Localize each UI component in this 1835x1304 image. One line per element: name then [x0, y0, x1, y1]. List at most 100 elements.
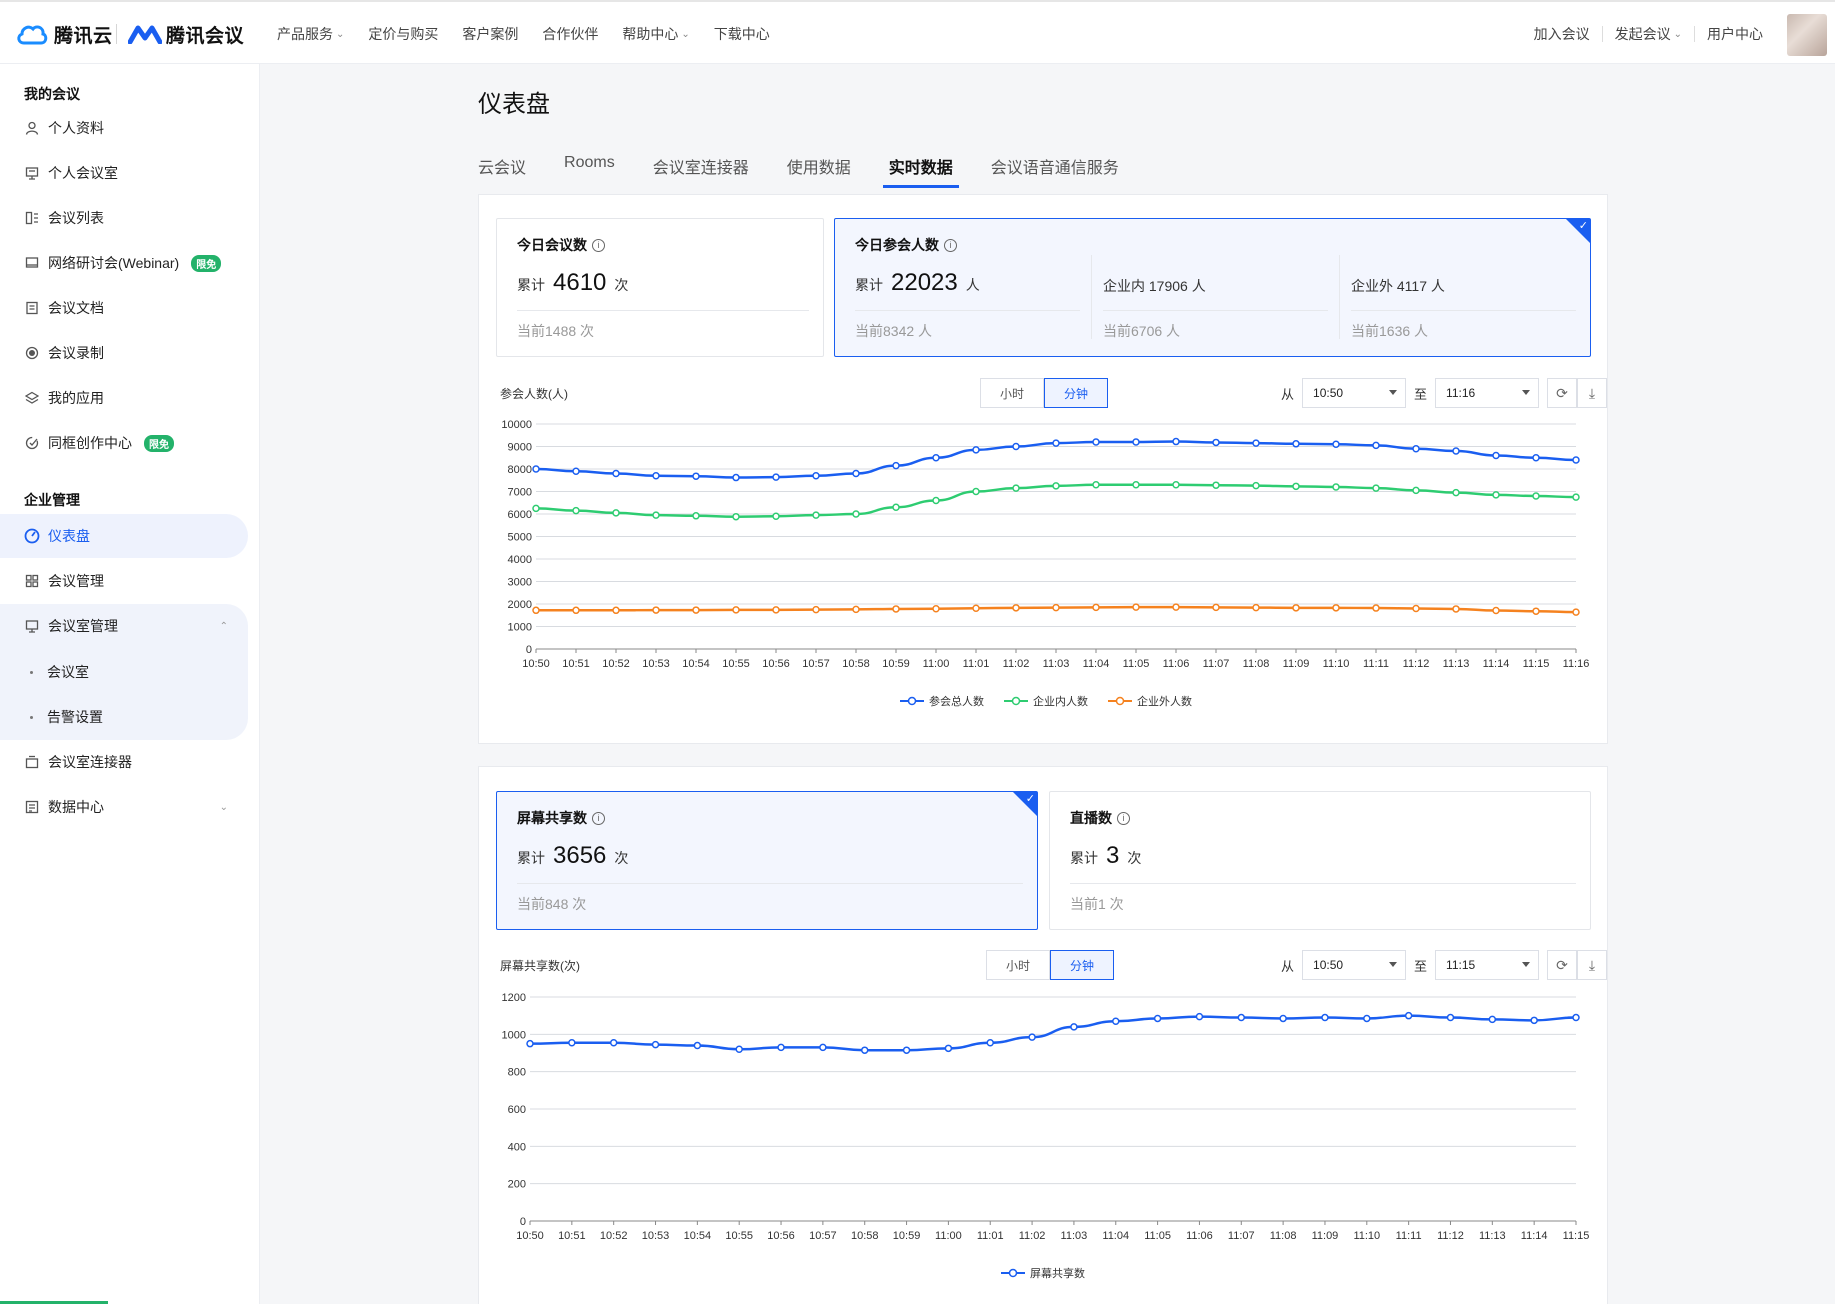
data-point [1572, 1013, 1580, 1022]
toggle-hour[interactable]: 小时 [986, 950, 1050, 980]
toggle-minute[interactable]: 分钟 [1050, 950, 1114, 980]
refresh-button[interactable]: ⟳ [1547, 950, 1578, 980]
from-time-select[interactable]: 10:50 [1302, 378, 1407, 408]
sidebar-item-room-management[interactable]: 会议室管理 ⌃ [0, 604, 248, 648]
sidebar-item-meeting-management[interactable]: 会议管理 [0, 559, 248, 603]
tencent-cloud-logo-text: 腾讯云 [54, 25, 113, 47]
download-icon: ⤓ [1588, 384, 1596, 401]
screen-share-card[interactable]: ✓ 屏幕共享数 i 累计 3656 次 当前848 次 [496, 791, 1038, 930]
data-point [1332, 440, 1340, 448]
sidebar-item-meeting-list[interactable]: 会议列表 [0, 196, 248, 240]
nav-download[interactable]: 下载中心 [714, 22, 770, 46]
tab-realtime-data[interactable]: 实时数据 [882, 154, 959, 188]
x-tick-label: 10:53 [642, 658, 670, 670]
data-point [1412, 486, 1420, 495]
connector-icon [24, 754, 40, 770]
info-icon[interactable]: i [592, 238, 605, 252]
sidebar-item-dashboard[interactable]: 仪表盘 [0, 514, 248, 558]
nav-pricing[interactable]: 定价与购买 [368, 22, 438, 46]
sidebar: 我的会议 个人资料 个人会议室 会议列表 网络研讨会(Webinar) 限免 会… [0, 64, 260, 1304]
nav-products-label: 产品服务 [277, 26, 333, 42]
toggle-hour[interactable]: 小时 [980, 378, 1044, 408]
avatar[interactable] [1787, 14, 1827, 56]
y-tick-label: 5000 [508, 532, 532, 544]
y-tick-label: 7000 [508, 487, 532, 499]
x-tick-label: 11:12 [1403, 658, 1430, 670]
data-point [572, 467, 580, 475]
legend-marker [1008, 1268, 1018, 1278]
info-icon[interactable]: i [1117, 811, 1130, 825]
info-icon[interactable]: i [592, 811, 605, 825]
sidebar-item-personal-room[interactable]: 个人会议室 [0, 151, 248, 195]
total-prefix: 累计 [855, 277, 883, 293]
data-point [612, 509, 620, 517]
meetings-today-card[interactable]: 今日会议数 i 累计 4610 次 当前1488 次 [496, 218, 824, 357]
grid-icon [24, 573, 40, 589]
nav-partners[interactable]: 合作伙伴 [542, 22, 598, 46]
card-title: 今日会议数 i [517, 235, 605, 255]
nav-products[interactable]: 产品服务 ⌄ [277, 22, 344, 46]
x-tick-label: 11:00 [923, 658, 950, 670]
divider [517, 310, 809, 311]
room-icon [24, 618, 40, 634]
data-point [1452, 447, 1460, 455]
start-meeting-menu[interactable]: 发起会议 ⌄ [1603, 22, 1694, 46]
join-meeting-link[interactable]: 加入会议 [1522, 22, 1602, 46]
sidebar-item-room-connector[interactable]: 会议室连接器 [0, 740, 248, 784]
tab-rooms[interactable]: Rooms [564, 154, 615, 184]
free-badge: 限免 [144, 434, 174, 452]
y-tick-label: 200 [508, 1179, 526, 1191]
download-button[interactable]: ⤓ [1577, 378, 1608, 408]
data-point [1488, 1015, 1497, 1024]
chart2-granularity-toggle: 小时 分钟 [986, 950, 1114, 980]
tencent-cloud-logo[interactable]: 腾讯云 [16, 20, 113, 48]
data-point [1532, 492, 1540, 500]
data-point [532, 606, 540, 615]
sidebar-item-my-apps[interactable]: 我的应用 [0, 376, 248, 420]
vertical-divider [1339, 255, 1340, 339]
x-tick-label: 10:57 [802, 658, 830, 670]
chart1-ylabel: 参会人数(人) [500, 387, 568, 401]
sidebar-item-label: 个人会议室 [48, 165, 118, 181]
data-point [1321, 1013, 1329, 1022]
card-title: 直播数 i [1070, 808, 1130, 828]
to-time-select[interactable]: 11:15 [1435, 950, 1540, 980]
refresh-button[interactable]: ⟳ [1547, 378, 1578, 408]
data-point [732, 606, 740, 614]
sidebar-item-recording[interactable]: 会议录制 [0, 331, 248, 375]
info-icon[interactable]: i [944, 238, 957, 252]
x-tick-label: 11:04 [1102, 1230, 1129, 1242]
to-time-select[interactable]: 11:16 [1435, 378, 1540, 408]
data-point [1530, 1016, 1538, 1025]
tab-usage-data[interactable]: 使用数据 [787, 154, 851, 184]
tencent-meeting-logo[interactable]: 腾讯会议 [128, 20, 244, 48]
sidebar-item-webinar[interactable]: 网络研讨会(Webinar) 限免 [0, 241, 248, 285]
tab-cloud-meeting[interactable]: 云会议 [478, 154, 526, 184]
card-title-text: 直播数 [1070, 810, 1112, 826]
sidebar-subitem-rooms[interactable]: 会议室 [0, 650, 248, 694]
chevron-down-icon: ⌄ [681, 28, 690, 40]
sidebar-item-profile[interactable]: 个人资料 [0, 106, 248, 150]
live-stream-card[interactable]: 直播数 i 累计 3 次 当前1 次 [1049, 791, 1591, 930]
sidebar-item-creation-center[interactable]: 同框创作中心 限免 [0, 421, 248, 465]
current-value: 当前8342 人 [855, 323, 933, 339]
total-value: 4610 [553, 269, 607, 296]
tab-voice-service[interactable]: 会议语音通信服务 [991, 154, 1119, 184]
tab-room-connector[interactable]: 会议室连接器 [653, 154, 749, 184]
data-point [732, 473, 740, 482]
participants-today-card[interactable]: ✓ 今日参会人数 i 累计 22023 人 当前8342 人 企业内 17906 人 … [834, 218, 1591, 357]
from-time-select[interactable]: 10:50 [1302, 950, 1407, 980]
sidebar-subitem-alert-settings[interactable]: 告警设置 [0, 695, 248, 739]
y-tick-label: 0 [526, 644, 532, 656]
nav-cases[interactable]: 客户案例 [462, 22, 518, 46]
download-button[interactable]: ⤓ [1577, 950, 1608, 980]
nav-help[interactable]: 帮助中心 ⌄ [622, 22, 689, 46]
sidebar-item-documents[interactable]: 会议文档 [0, 286, 248, 330]
x-tick-label: 10:59 [882, 658, 910, 670]
data-point [1412, 445, 1420, 453]
sidebar-item-data-center[interactable]: 数据中心 ⌄ [0, 785, 248, 829]
user-center-link[interactable]: 用户中心 [1695, 22, 1775, 46]
chart1-time-range: 从 10:50 至 11:16 ⟳ ⤓ [1281, 378, 1608, 408]
data-point [526, 1039, 534, 1048]
toggle-minute[interactable]: 分钟 [1044, 378, 1108, 408]
